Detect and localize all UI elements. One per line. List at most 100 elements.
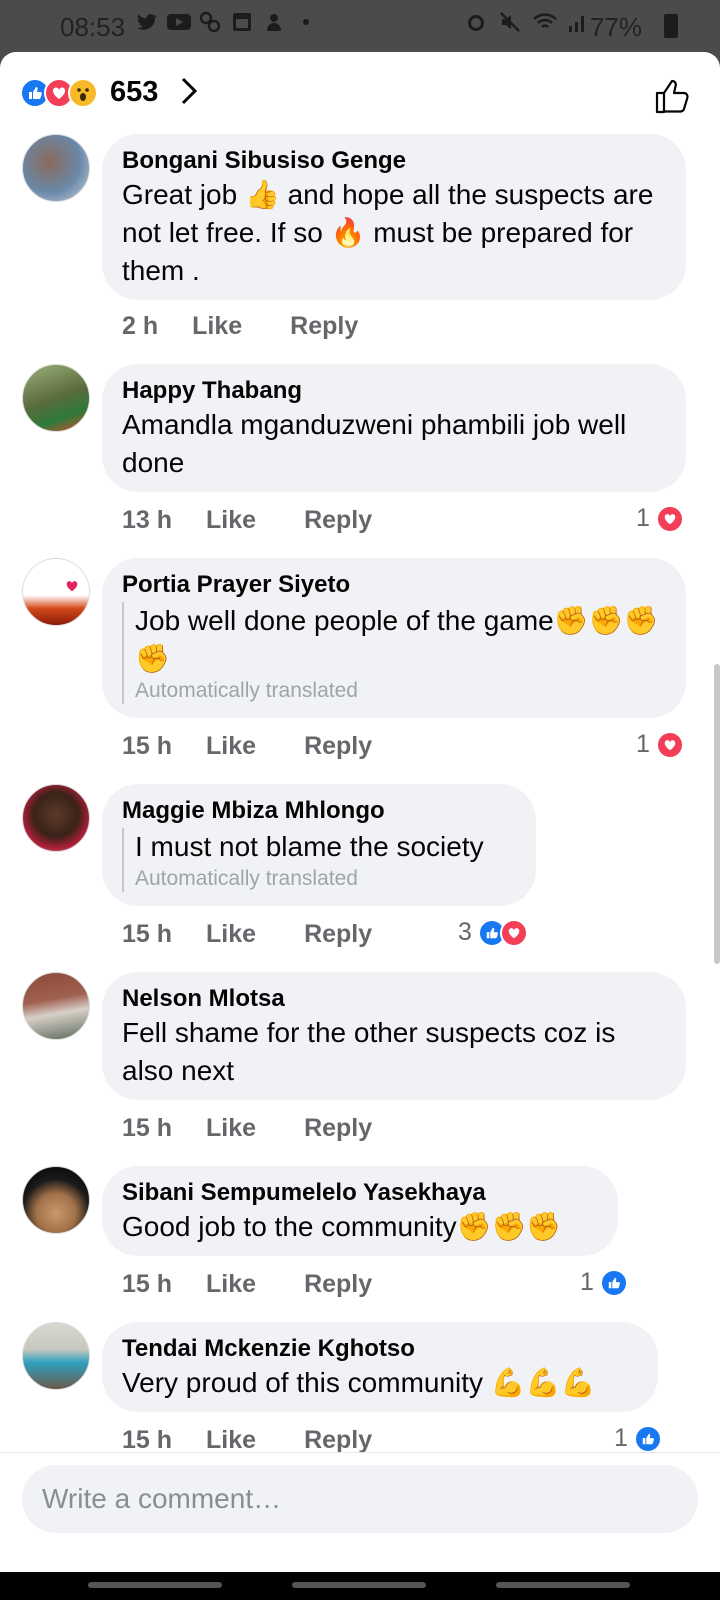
comment-like-button[interactable]: Like	[206, 920, 256, 949]
comment-time[interactable]: 15 h	[122, 1114, 172, 1143]
app-icon	[198, 10, 222, 34]
love-reaction-icon	[655, 730, 684, 759]
chevron-right-icon[interactable]	[180, 76, 198, 106]
comment-reaction-count[interactable]: 1	[614, 1424, 662, 1452]
avatar-heart-icon	[65, 579, 79, 593]
comment-time[interactable]: 15 h	[122, 920, 172, 949]
comment-text: Job well done people of the game✊✊✊✊	[135, 605, 659, 674]
comment-bubble[interactable]: Bongani Sibusiso Genge Great job 👍 and h…	[102, 134, 686, 300]
comment-actions: 2 h Like Reply	[122, 312, 358, 341]
comment-like-button[interactable]: Like	[206, 732, 256, 761]
comment-reply-button[interactable]: Reply	[304, 506, 372, 535]
nav-recent-button[interactable]	[88, 1582, 222, 1588]
comment-like-button[interactable]: Like	[192, 312, 242, 341]
avatar[interactable]	[22, 134, 90, 202]
reaction-count: 653	[110, 76, 159, 108]
comment-author[interactable]: Tendai Mckenzie Kghotso	[122, 1334, 638, 1364]
wow-reaction-icon	[68, 78, 98, 108]
nav-home-button[interactable]	[292, 1582, 426, 1588]
system-nav-bar	[0, 1572, 720, 1600]
avatar[interactable]	[22, 1166, 90, 1234]
dot-icon	[294, 10, 318, 34]
comment-author[interactable]: Nelson Mlotsa	[122, 984, 666, 1014]
comment-text: Amandla mganduzweni phambili job well do…	[122, 409, 627, 478]
love-reaction-icon	[499, 918, 528, 947]
comment-text: Great job 👍 and hope all the suspects ar…	[122, 179, 654, 286]
wifi-icon	[532, 10, 557, 34]
translation-note[interactable]: Automatically translated	[135, 866, 516, 892]
comment-input[interactable]	[22, 1465, 698, 1533]
comment-bubble[interactable]: Tendai Mckenzie Kghotso Very proud of th…	[102, 1322, 658, 1412]
comment-bubble[interactable]: Happy Thabang Amandla mganduzweni phambi…	[102, 364, 686, 492]
comment-reaction-count[interactable]: 1	[580, 1268, 628, 1297]
comment-actions: 15 h Like Reply	[122, 1426, 372, 1452]
comment-reaction-count[interactable]: 3	[458, 918, 528, 947]
comment-like-button[interactable]: Like	[206, 506, 256, 535]
comment-author[interactable]: Bongani Sibusiso Genge	[122, 146, 666, 176]
thumbs-up-emoji-icon: 👍	[244, 179, 280, 210]
comment-reply-button[interactable]: Reply	[304, 1426, 372, 1452]
alarm-icon	[464, 10, 488, 34]
comment-reply-button[interactable]: Reply	[290, 312, 358, 341]
comment-like-button[interactable]: Like	[206, 1426, 256, 1452]
notification-icon	[262, 10, 286, 34]
comment-author[interactable]: Maggie Mbiza Mhlongo	[122, 796, 516, 826]
avatar[interactable]	[22, 1322, 90, 1390]
avatar[interactable]	[22, 558, 90, 626]
comment-actions: 15 h Like Reply	[122, 1270, 372, 1299]
comment-bubble[interactable]: Sibani Sempumelelo Yasekhaya Good job to…	[102, 1166, 618, 1256]
comment-actions: 13 h Like Reply	[122, 506, 372, 535]
comment-bubble[interactable]: Maggie Mbiza Mhlongo I must not blame th…	[102, 784, 536, 906]
comment-time[interactable]: 15 h	[122, 1270, 172, 1299]
love-reaction-icon	[655, 504, 684, 533]
battery-percentage: 77%	[589, 12, 642, 42]
comment-reply-button[interactable]: Reply	[304, 1270, 372, 1299]
translated-block: Job well done people of the game✊✊✊✊ Aut…	[122, 602, 666, 704]
comment-time[interactable]: 15 h	[122, 732, 172, 761]
translation-note[interactable]: Automatically translated	[135, 678, 666, 704]
status-left-icons	[134, 10, 318, 34]
scrollbar[interactable]	[714, 664, 720, 964]
avatar[interactable]	[22, 972, 90, 1040]
comment-reply-button[interactable]: Reply	[304, 1114, 372, 1143]
twitter-icon	[134, 10, 158, 34]
comment-like-button[interactable]: Like	[206, 1114, 256, 1143]
comment-actions: 15 h Like Reply	[122, 1114, 372, 1143]
status-time: 08:53	[60, 12, 126, 42]
comment-time[interactable]: 2 h	[122, 312, 158, 341]
comment-actions: 15 h Like Reply	[122, 732, 372, 761]
like-post-button[interactable]	[652, 76, 692, 116]
avatar[interactable]	[22, 364, 90, 432]
status-bar: 08:53 77%	[0, 0, 720, 52]
avatar[interactable]	[22, 784, 90, 852]
comment-actions: 15 h Like Reply	[122, 920, 372, 949]
fire-emoji-icon: 🔥	[330, 217, 366, 248]
mute-icon	[498, 10, 522, 34]
comment-like-button[interactable]: Like	[206, 1270, 256, 1299]
comment-text: I must not blame the society	[135, 831, 484, 862]
comment-reaction-count[interactable]: 1	[636, 730, 684, 759]
comment-time[interactable]: 13 h	[122, 506, 172, 535]
comment-bubble[interactable]: Portia Prayer Siyeto Job well done peopl…	[102, 558, 686, 718]
comment-time[interactable]: 15 h	[122, 1426, 172, 1452]
comment-reaction-count[interactable]: 1	[636, 504, 684, 533]
comment-author[interactable]: Sibani Sempumelelo Yasekhaya	[122, 1178, 598, 1208]
like-reaction-icon	[633, 1424, 662, 1452]
signal-icon	[566, 10, 590, 34]
nav-back-button[interactable]	[496, 1582, 630, 1588]
comment-text: Fell shame for the other suspects coz is…	[122, 1017, 616, 1086]
comment-reply-button[interactable]: Reply	[304, 732, 372, 761]
like-reaction-icon	[599, 1268, 628, 1297]
comment-reply-button[interactable]: Reply	[304, 920, 372, 949]
comment-author[interactable]: Happy Thabang	[122, 376, 666, 406]
comment-author[interactable]: Portia Prayer Siyeto	[122, 570, 666, 600]
comment-bubble[interactable]: Nelson Mlotsa Fell shame for the other s…	[102, 972, 686, 1100]
translated-block: I must not blame the society Automatical…	[122, 828, 516, 892]
reactions-summary[interactable]: 653	[0, 52, 720, 132]
reaction-icons	[20, 78, 98, 108]
battery-icon	[664, 14, 678, 38]
comment-composer	[0, 1452, 720, 1572]
comment-text: Good job to the community✊✊✊	[122, 1211, 562, 1242]
comment-text: Very proud of this community 💪💪💪	[122, 1367, 596, 1398]
comment-list: Bongani Sibusiso Genge Great job 👍 and h…	[0, 132, 720, 1452]
